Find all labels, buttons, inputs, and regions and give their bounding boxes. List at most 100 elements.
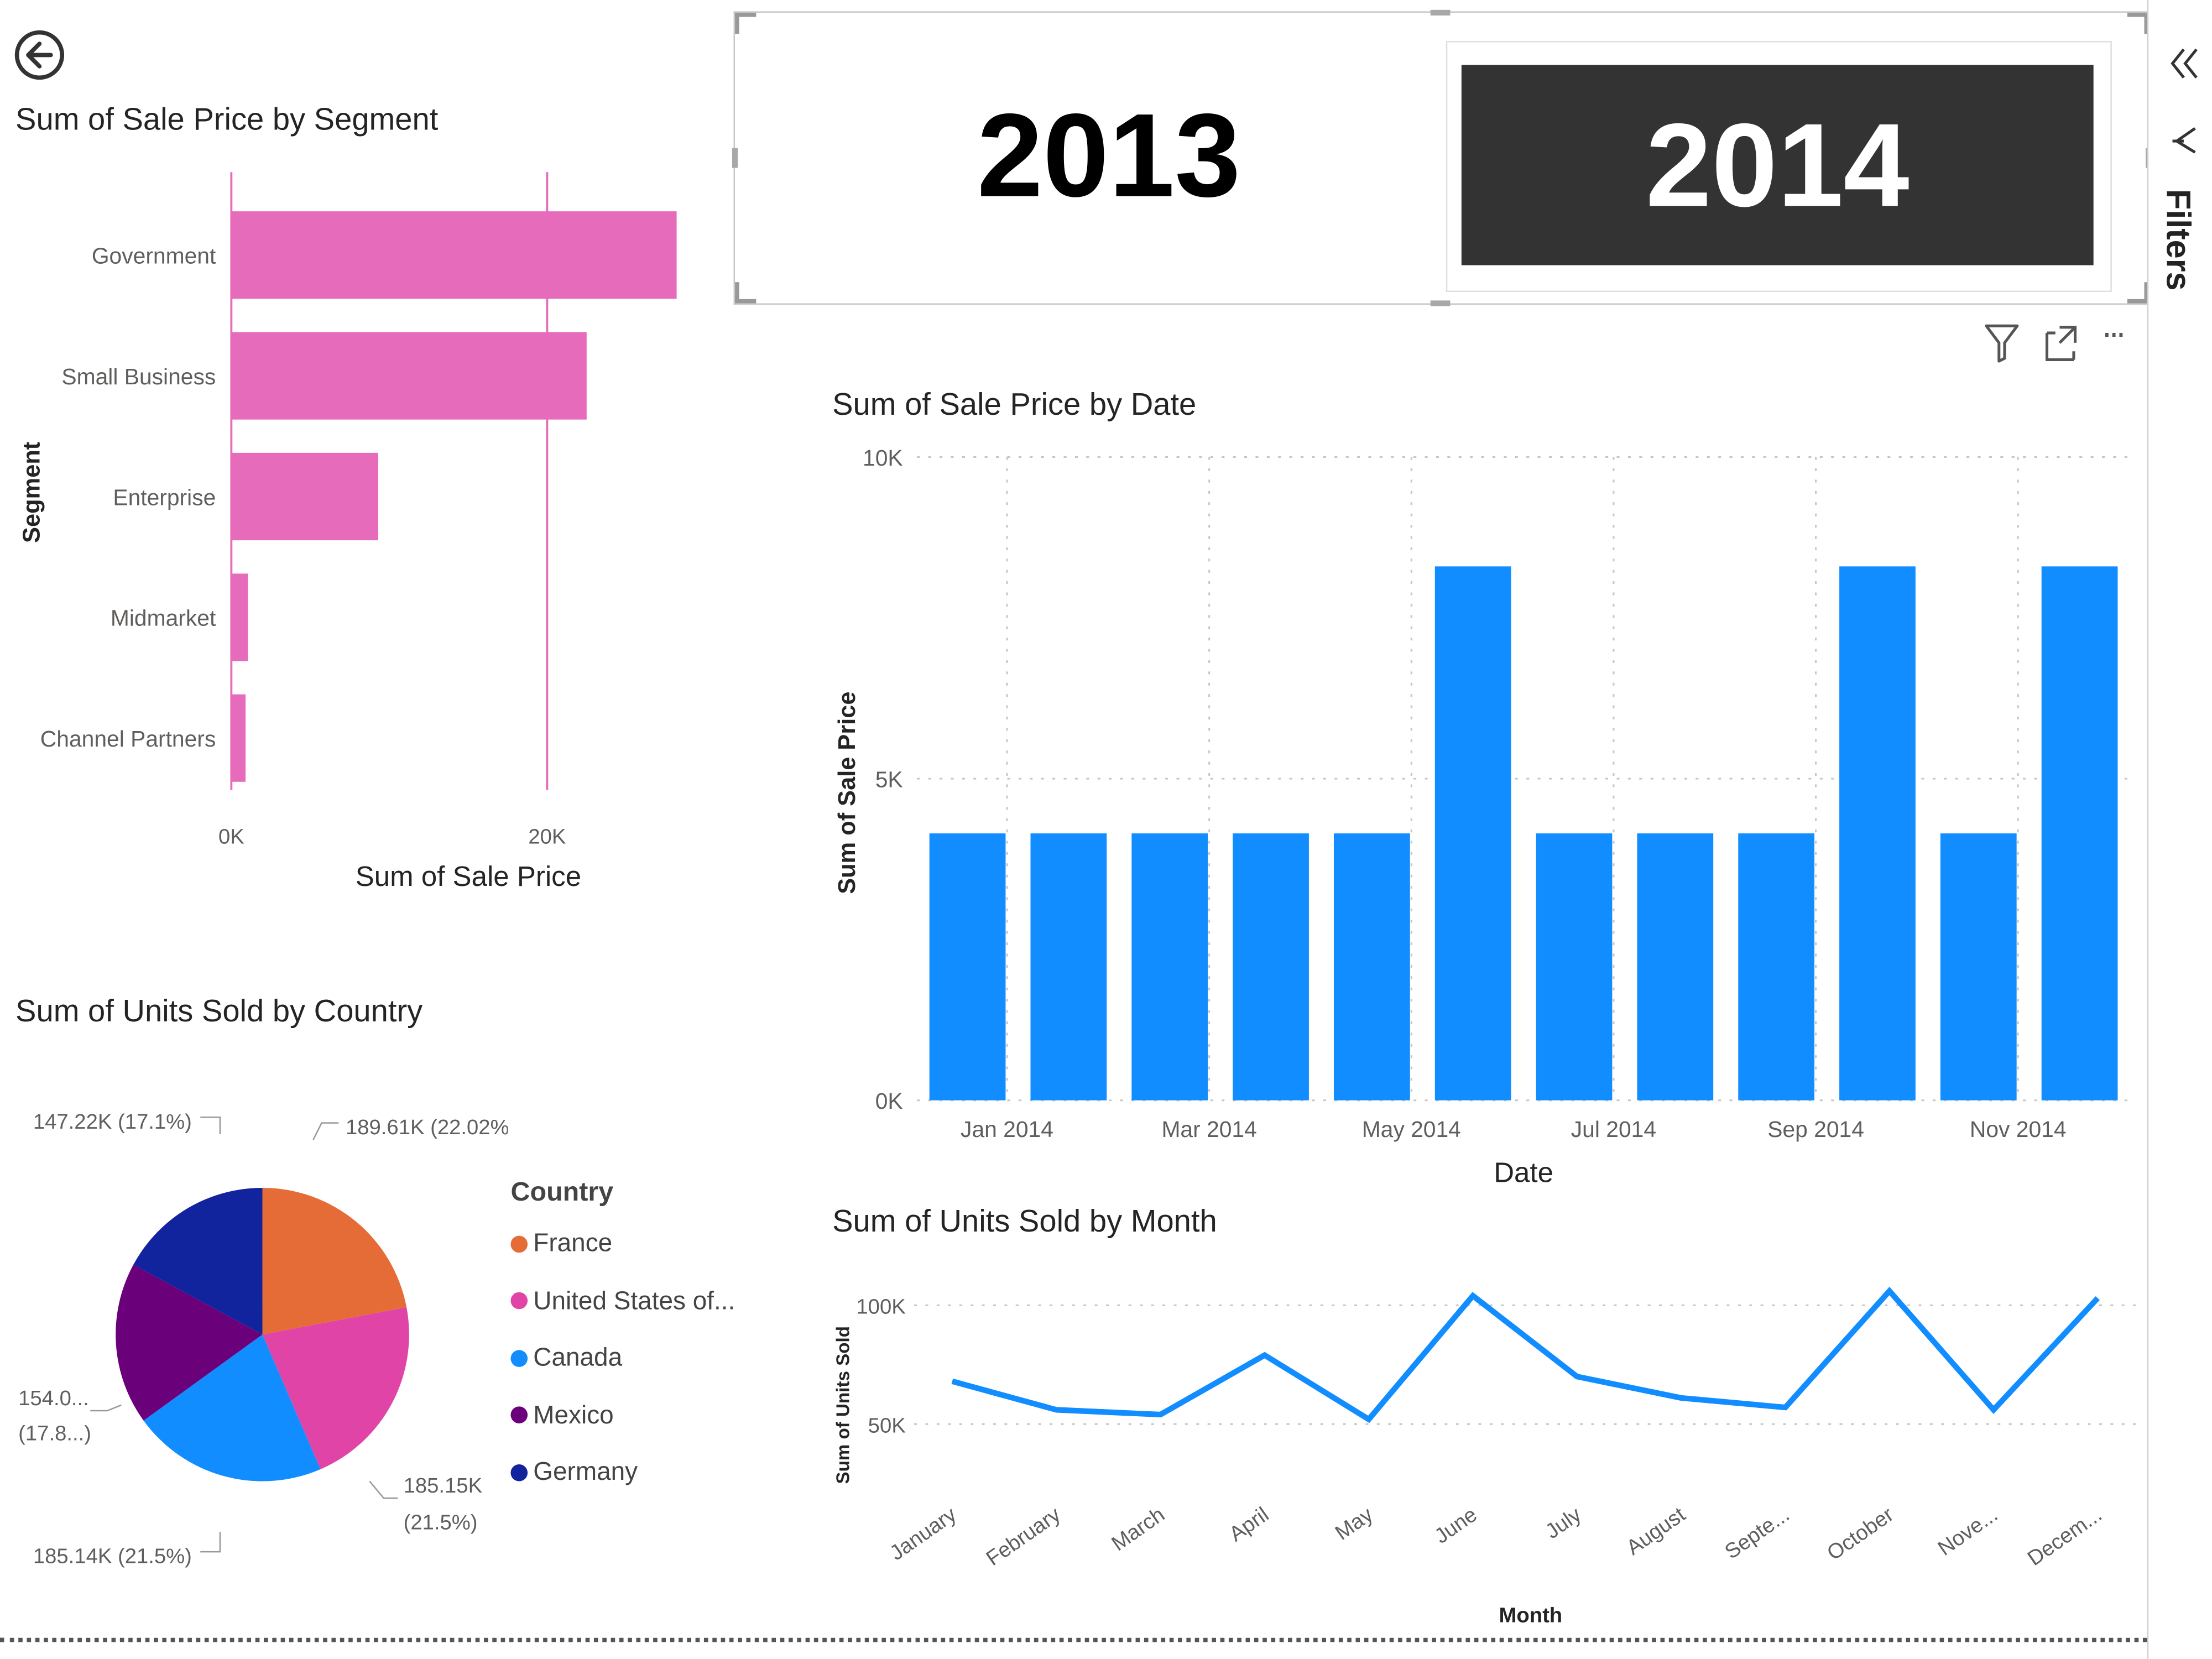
pie-data-label: (17.8...) <box>18 1422 91 1446</box>
month-x-tick-label: June <box>1430 1503 1481 1548</box>
month-x-tick-label: January <box>885 1503 961 1566</box>
pie-legend-item[interactable]: France <box>510 1229 612 1259</box>
segment-bar <box>231 573 248 661</box>
month-x-tick-label: August <box>1622 1503 1690 1560</box>
legend-marker <box>510 1235 528 1253</box>
country-chart-title: Sum of Units Sold by Country <box>15 993 423 1029</box>
pie-leader-line <box>312 1122 339 1140</box>
month-y-axis-title: Sum of Units Sold <box>833 1326 854 1484</box>
pie-data-label: (21.5%) <box>404 1510 478 1534</box>
visual-header: ··· <box>1978 319 2147 364</box>
date-x-tick-label: Nov 2014 <box>1970 1117 2067 1142</box>
month-point <box>952 1381 953 1382</box>
pie-legend-item[interactable]: Germany <box>510 1457 638 1487</box>
date-y-tick-label: 0K <box>875 1088 903 1114</box>
date-bar <box>1738 833 1815 1100</box>
date-x-tick-label: May 2014 <box>1362 1117 1461 1142</box>
month-series-line <box>951 1286 2100 1423</box>
legend-label: Mexico <box>533 1400 614 1428</box>
month-line-chart: 50K 100K January February March April May June J… <box>833 1286 2142 1627</box>
back-arrow-icon <box>14 30 65 80</box>
month-point <box>1681 1397 1682 1399</box>
date-bar <box>1637 833 1714 1100</box>
segment-x-tick-label: 0K <box>218 825 244 848</box>
pie-legend-title: Country <box>510 1178 614 1208</box>
pie-data-label: 154.0... <box>18 1386 89 1410</box>
pie-legend-item[interactable]: Canada <box>510 1343 622 1373</box>
month-y-tick-label: 100K <box>856 1295 906 1319</box>
filter-icon[interactable] <box>1984 322 2020 364</box>
filter-icon <box>2172 127 2196 154</box>
month-x-tick-label: March <box>1107 1503 1169 1556</box>
segment-category-label: Channel Partners <box>40 726 216 752</box>
date-bar <box>1536 833 1613 1100</box>
legend-marker <box>510 1349 528 1366</box>
date-bar <box>929 833 1006 1100</box>
date-bar <box>2041 566 2118 1100</box>
segment-x-tick-label: 20K <box>528 825 566 848</box>
pie-leader-line <box>200 1117 221 1135</box>
segment-bar <box>231 211 677 299</box>
filters-pane[interactable]: Filters <box>2147 0 2212 1659</box>
segment-category-label: Midmarket <box>111 606 216 631</box>
month-x-tick-label: Decem... <box>2023 1503 2106 1571</box>
page-bottom-divider <box>0 1637 2147 1642</box>
month-point <box>1785 1407 1786 1408</box>
pie-data-label: 185.14K (21.5%) <box>33 1545 192 1568</box>
pie-legend-item[interactable]: Mexico <box>510 1400 614 1430</box>
legend-label: United States of... <box>533 1286 735 1314</box>
date-x-tick-label: Sep 2014 <box>1767 1117 1864 1142</box>
legend-label: Germany <box>533 1457 638 1486</box>
date-bar <box>1839 566 1916 1100</box>
month-x-axis-title: Month <box>1499 1604 1562 1627</box>
month-x-tick-label: Nove... <box>1933 1503 2002 1561</box>
segment-chart-title: Sum of Sale Price by Segment <box>15 101 439 137</box>
month-x-tick-label: Septe... <box>1720 1503 1794 1564</box>
focus-mode-icon[interactable] <box>2043 322 2079 364</box>
segment-category-label: Government <box>92 243 216 269</box>
pie-legend-item[interactable]: United States of... <box>510 1286 735 1316</box>
date-y-tick-label: 5K <box>875 766 903 792</box>
segment-category-label: Enterprise <box>113 484 216 510</box>
legend-label: Canada <box>533 1343 623 1371</box>
pie-leader-line <box>200 1532 221 1553</box>
segment-bar-chart: 0K 20K Government Small Business Enterprise M… <box>18 172 677 892</box>
more-options-icon[interactable]: ··· <box>2102 319 2126 354</box>
date-bar <box>1030 833 1107 1100</box>
segment-x-axis-title: Sum of Sale Price <box>356 860 581 892</box>
date-x-tick-label: Mar 2014 <box>1161 1117 1256 1142</box>
month-x-tick-label: October <box>1823 1503 1898 1565</box>
pie-data-label: 147.22K (17.1%) <box>33 1110 192 1134</box>
date-y-tick-label: 10K <box>863 445 903 471</box>
date-chart-title: Sum of Sale Price by Date <box>832 386 1197 422</box>
month-x-tick-label: July <box>1541 1503 1586 1544</box>
legend-marker <box>510 1463 528 1481</box>
month-x-tick-label: February <box>982 1503 1066 1571</box>
slicer-year-2013[interactable]: 2013 <box>778 55 1441 255</box>
slicer-year-2014[interactable]: 2014 <box>1461 65 2094 265</box>
month-chart-title: Sum of Units Sold by Month <box>832 1203 1217 1239</box>
country-pie-chart: 189.61K (22.02%) 185.15K (21.5%) 185.14K (2… <box>18 1110 508 1568</box>
date-bar <box>1131 833 1208 1100</box>
segment-bar <box>231 452 378 541</box>
date-bar-chart: 0K 5K 10K Jan 2014 Mar 2014 May 2014 Jul 2014 S… <box>834 445 2131 1188</box>
date-x-axis-title: Date <box>1494 1157 1553 1188</box>
segment-bar <box>231 694 246 782</box>
date-bar <box>1940 833 2017 1100</box>
pie-leader-line <box>90 1404 122 1412</box>
back-button[interactable] <box>14 23 65 87</box>
date-bar <box>1233 833 1309 1100</box>
double-chevron-left-icon[interactable] <box>2168 45 2199 82</box>
date-x-tick-label: Jan 2014 <box>961 1117 1053 1142</box>
pie-data-label: 189.61K (22.02%) <box>346 1115 508 1139</box>
date-y-axis-title: Sum of Sale Price <box>834 692 860 894</box>
legend-marker <box>510 1406 528 1423</box>
date-bar <box>1434 566 1511 1100</box>
filters-label[interactable]: Filters <box>2157 189 2197 291</box>
month-y-tick-label: 50K <box>868 1413 906 1437</box>
month-x-tick-label: May <box>1331 1503 1378 1545</box>
pie-data-label: 185.15K <box>404 1474 483 1498</box>
segment-bar <box>231 332 587 420</box>
segment-y-axis-title: Segment <box>18 442 45 543</box>
date-bar <box>1333 833 1410 1100</box>
